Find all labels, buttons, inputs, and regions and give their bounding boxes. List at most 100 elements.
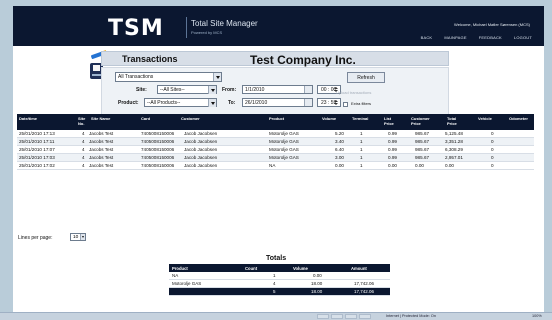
- totals-table-header: Product Count Volume Amount: [169, 264, 390, 272]
- extra-filters-checkbox[interactable]: [343, 102, 348, 107]
- column-card[interactable]: Card: [141, 116, 150, 121]
- row-vehicle: 0: [491, 155, 494, 160]
- column-volume[interactable]: Volume: [322, 116, 336, 121]
- status-segment: [345, 314, 357, 319]
- column-odometer[interactable]: Odometer: [509, 116, 528, 121]
- to-time-input[interactable]: 23 : 59: [317, 98, 341, 107]
- totals-title: Totals: [266, 255, 287, 262]
- transactions-header: Transactions Test Company Inc.: [101, 51, 449, 67]
- calendar-icon[interactable]: [304, 99, 312, 106]
- row-product: Motorolje GAS: [269, 155, 299, 160]
- column-site-no[interactable]: Site No.: [78, 116, 90, 126]
- powered-by: Powered by MCS: [191, 30, 223, 35]
- row-customer-price: 0.00: [415, 163, 424, 168]
- row-card: 7405008150006: [141, 147, 175, 152]
- totals-row-amount: 17,742.06: [354, 281, 375, 286]
- status-segment: [359, 314, 371, 319]
- row-card: 7405008150006: [141, 155, 175, 160]
- row-list-price: 0.99: [388, 155, 397, 160]
- row-site-no: 4: [82, 139, 85, 144]
- column-customer[interactable]: Customer: [181, 116, 200, 121]
- row-customer: Jacob Jacobsen: [184, 155, 218, 160]
- top-navigation: BACK MAINPAGE FEEDBACK LOGOUT: [421, 35, 532, 40]
- tsm-logo: TSM: [108, 16, 164, 41]
- logo-divider: [186, 17, 187, 38]
- nav-mainpage-link[interactable]: MAINPAGE: [444, 35, 466, 40]
- table-row[interactable]: 25/01/2010 17:13 4 Jacobs Test 740500815…: [17, 130, 534, 138]
- product-value: --All Products--: [147, 100, 181, 106]
- to-date-input[interactable]: 26/1/2010: [242, 98, 313, 107]
- totals-column-amount: Amount: [351, 266, 367, 271]
- app-header: TSM Total Site Manager Powered by MCS We…: [13, 6, 544, 46]
- table-row[interactable]: 25/01/2010 17:11 4 Jacobs Test 740500815…: [17, 138, 534, 146]
- row-vehicle: 0: [491, 163, 494, 168]
- lines-per-page-select[interactable]: 10: [70, 233, 86, 241]
- from-date-input[interactable]: 1/1/2010: [242, 85, 313, 94]
- totals-row: NA 1 0.00: [169, 272, 390, 280]
- extra-filters-label: Extra filters: [351, 101, 372, 106]
- chevron-down-icon[interactable]: [208, 99, 216, 107]
- row-site-name: Jacobs Test: [89, 139, 114, 144]
- totals-row: Motorolje GAS 4 18.00 17,742.06: [169, 280, 390, 288]
- row-vehicle: 0: [491, 147, 494, 152]
- totals-row-product: NA: [172, 273, 179, 278]
- row-product: Motorolje GAS: [269, 131, 299, 136]
- row-date: 25/01/2010 17:11: [19, 139, 55, 144]
- row-volume: 5.20: [335, 131, 344, 136]
- status-segment: [317, 314, 329, 319]
- site-select[interactable]: --All Sites--: [157, 85, 217, 94]
- lines-per-page-label: Lines per page:: [18, 235, 53, 241]
- totals-sum-row: 5 18.00 17,742.06: [169, 288, 390, 296]
- row-site-no: 4: [82, 131, 85, 136]
- column-customer-price[interactable]: Customer Price: [411, 116, 437, 126]
- chevron-down-icon[interactable]: [80, 234, 85, 240]
- filter-panel: All Transactions Site: --All Sites-- Pro…: [101, 67, 449, 115]
- time-spinner-icon[interactable]: [334, 99, 339, 106]
- totals-column-product: Product: [172, 266, 188, 271]
- transactions-table-header: Date/time Site No. Site Name Card Custom…: [17, 114, 534, 130]
- row-list-price: 0.99: [388, 131, 397, 136]
- totals-column-volume: Volume: [293, 266, 308, 271]
- column-date-time[interactable]: Date/time: [19, 116, 37, 121]
- column-vehicle[interactable]: Vehicle: [478, 116, 492, 121]
- upload-transactions-link[interactable]: Upload transactions: [336, 90, 371, 95]
- row-volume: 0.00: [335, 163, 344, 168]
- company-name: Test Company Inc.: [250, 53, 356, 67]
- row-vehicle: 0: [491, 131, 494, 136]
- column-total-price[interactable]: Total Price: [447, 116, 464, 126]
- table-row[interactable]: 25/01/2010 17:07 4 Jacobs Test 740500815…: [17, 146, 534, 154]
- table-row[interactable]: 25/01/2010 17:02 4 Jacobs Test 740500815…: [17, 162, 534, 170]
- status-segment: [331, 314, 343, 319]
- row-customer-price: 985.67: [415, 131, 430, 136]
- row-date: 25/01/2010 17:13: [19, 131, 55, 136]
- row-product: NA: [269, 163, 276, 168]
- transaction-type-value: All Transactions: [118, 74, 154, 80]
- site-label: Site:: [136, 87, 147, 93]
- row-customer: Jacob Jacobsen: [184, 147, 218, 152]
- to-date-value: 26/1/2010: [245, 100, 268, 106]
- row-site-no: 4: [82, 163, 85, 168]
- calendar-icon[interactable]: [304, 86, 312, 93]
- row-terminal: 1: [360, 131, 363, 136]
- product-select[interactable]: --All Products--: [144, 98, 217, 107]
- table-row[interactable]: 25/01/2010 17:03 4 Jacobs Test 740500815…: [17, 154, 534, 162]
- zoom-level[interactable]: 100%: [532, 314, 542, 318]
- site-value: --All Sites--: [160, 87, 185, 93]
- row-customer: Jacob Jacobsen: [184, 139, 218, 144]
- chevron-down-icon[interactable]: [208, 86, 216, 94]
- row-total-price: 5,125.48: [445, 131, 463, 136]
- column-site-name[interactable]: Site Name: [91, 116, 110, 121]
- row-list-price: 0.99: [388, 139, 397, 144]
- row-volume: 3.40: [335, 139, 344, 144]
- row-customer-price: 985.67: [415, 155, 430, 160]
- transaction-type-select[interactable]: All Transactions: [115, 72, 222, 82]
- row-list-price: 0.00: [388, 163, 397, 168]
- column-terminal[interactable]: Terminal: [352, 116, 368, 121]
- nav-logout-link[interactable]: LOGOUT: [514, 35, 532, 40]
- chevron-down-icon[interactable]: [213, 73, 221, 81]
- refresh-button[interactable]: Refresh: [347, 72, 385, 83]
- nav-back-link[interactable]: BACK: [421, 35, 433, 40]
- column-product[interactable]: Product: [269, 116, 284, 121]
- column-list-price[interactable]: List Price: [384, 116, 400, 126]
- nav-feedback-link[interactable]: FEEDBACK: [479, 35, 502, 40]
